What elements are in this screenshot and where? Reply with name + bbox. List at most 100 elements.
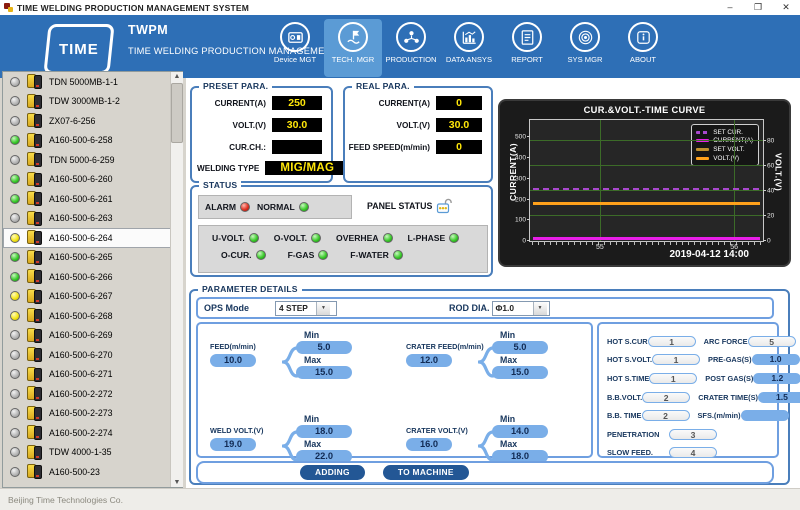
ops-mode-dropdown[interactable]: 4 STEP — [275, 301, 337, 316]
fault-label: F-GAS — [288, 250, 315, 260]
dropdown-arrow-icon[interactable] — [316, 302, 330, 315]
device-list-item[interactable]: A160-500-6-266 — [3, 267, 182, 287]
extra-param-value[interactable]: 4 — [669, 447, 717, 458]
device-list-item[interactable]: A160-500-6-265 — [3, 248, 182, 268]
device-list-item[interactable]: TDN 5000MB-1-1 — [3, 72, 182, 92]
close-button[interactable]: ✕ — [772, 0, 800, 15]
extra-param-value[interactable]: 1.0 — [752, 354, 800, 365]
device-list-item[interactable]: A160-500-6-268 — [3, 306, 182, 326]
nav-item-tech-mgr[interactable]: TECH. MGR — [324, 19, 382, 77]
fault-label: O-CUR. — [221, 250, 252, 260]
logo-text: TIME — [59, 41, 99, 58]
nav-item-label: TECH. MGR — [332, 55, 375, 64]
current-value-field[interactable]: 19.0 — [210, 438, 256, 451]
adding-button[interactable]: ADDING — [300, 465, 365, 480]
series-line-volt-v- — [533, 202, 759, 205]
current-value-field[interactable]: 16.0 — [406, 438, 452, 451]
min-value-field[interactable]: 18.0 — [296, 425, 352, 438]
parameter-details-box: PARAMETER DETAILS OPS Mode 4 STEP ROD DI… — [189, 289, 790, 485]
nav-item-device-mgt[interactable]: Device MGT — [266, 19, 324, 77]
ops-mode-value: 4 STEP — [276, 302, 316, 315]
param-label: CURRENT(A) — [215, 99, 266, 108]
param-value: 0 — [436, 140, 482, 154]
device-list-item[interactable]: A160-500-6-263 — [3, 209, 182, 229]
extra-param-value[interactable]: 1 — [648, 336, 696, 347]
device-list-item[interactable]: A160-500-2-272 — [3, 384, 182, 404]
device-list-item[interactable]: A160-500-2-273 — [3, 404, 182, 424]
device-status-led-icon — [10, 291, 20, 301]
extra-param-label: PRE-GAS(S) — [708, 355, 752, 364]
gridline — [530, 190, 763, 191]
welding-machine-icon — [26, 385, 43, 402]
maximize-button[interactable]: ❐ — [744, 0, 772, 15]
to-machine-button[interactable]: TO MACHINE — [383, 465, 469, 480]
extra-param-value[interactable]: 5 — [748, 336, 796, 347]
extra-param-row: B.B. TIME2SFS.(m/min) — [607, 406, 771, 425]
device-list-item[interactable]: A160-500-23 — [3, 462, 182, 482]
device-list-item[interactable]: ZX07-6-256 — [3, 111, 182, 131]
dropdown-arrow-icon[interactable] — [533, 302, 547, 315]
alarm-indicator: ALARM — [205, 202, 250, 212]
param-row: FEED SPEED(m/min)0 — [345, 140, 482, 154]
device-label: A160-500-6-260 — [49, 174, 113, 184]
gridline — [530, 165, 763, 166]
nav-item-sys-mgr[interactable]: SYS MGR — [556, 19, 614, 77]
device-list-item[interactable]: TDW 4000-1-35 — [3, 443, 182, 463]
device-list-item[interactable]: A160-500-6-261 — [3, 189, 182, 209]
gridline — [530, 140, 763, 141]
device-label: A160-500-6-264 — [49, 233, 113, 243]
device-list-item[interactable]: A160-500-6-258 — [3, 131, 182, 151]
min-value-field[interactable]: 5.0 — [296, 341, 352, 354]
extra-param-value[interactable]: 1 — [652, 354, 700, 365]
device-list-item[interactable]: A160-500-6-260 — [3, 170, 182, 190]
nav-item-production[interactable]: PRODUCTION — [382, 19, 440, 77]
right-tick-label: 20 — [767, 213, 774, 220]
device-label: A160-500-6-265 — [49, 252, 113, 262]
extra-param-value[interactable]: 1 — [649, 373, 697, 384]
device-list-item[interactable]: TDW 3000MB-1-2 — [3, 92, 182, 112]
min-value-field[interactable]: 14.0 — [492, 425, 548, 438]
nav-item-report[interactable]: REPORT — [498, 19, 556, 77]
extra-param-row: HOT S.VOLT.1PRE-GAS(S)1.0 — [607, 351, 771, 370]
scroll-thumb[interactable] — [171, 83, 183, 143]
welding-machine-icon — [26, 288, 43, 305]
nav-item-data-ansys[interactable]: DATA ANSYS — [440, 19, 498, 77]
min-caption: Min — [500, 414, 554, 424]
nav-item-about[interactable]: ABOUT — [614, 19, 672, 77]
device-label: TDN 5000-6-259 — [49, 155, 115, 165]
device-list-item[interactable]: A160-500-2-274 — [3, 423, 182, 443]
device-label: A160-500-2-273 — [49, 408, 113, 418]
device-list-item[interactable]: A160-500-6-271 — [3, 365, 182, 385]
extra-param-value[interactable]: 1.5 — [758, 392, 800, 403]
minimize-button[interactable]: – — [716, 0, 744, 15]
rod-dia-dropdown[interactable]: Φ1.0 — [492, 301, 550, 316]
device-list-item[interactable]: A160-500-6-264 — [3, 228, 182, 248]
current-value-field[interactable]: 12.0 — [406, 354, 452, 367]
welding-type-value: MIG/MAG — [265, 161, 349, 175]
extra-param-value[interactable] — [741, 410, 789, 421]
max-value-field[interactable]: 15.0 — [296, 366, 352, 379]
max-caption: Max — [500, 439, 554, 449]
extra-param-value[interactable]: 2 — [642, 410, 690, 421]
extra-param-value[interactable]: 1.2 — [753, 373, 800, 384]
about-icon — [628, 22, 658, 52]
extra-param-value[interactable]: 2 — [642, 392, 690, 403]
scroll-up-icon[interactable]: ▲ — [174, 72, 181, 81]
extra-param-value[interactable]: 3 — [669, 429, 717, 440]
scroll-down-icon[interactable]: ▼ — [174, 478, 181, 487]
device-list-item[interactable]: TDN 5000-6-259 — [3, 150, 182, 170]
rod-dia-value: Φ1.0 — [493, 302, 533, 315]
min-value-field[interactable]: 5.0 — [492, 341, 548, 354]
fault-led-icon — [249, 233, 259, 243]
device-status-led-icon — [10, 135, 20, 145]
device-list-item[interactable]: A160-500-6-270 — [3, 345, 182, 365]
device-status-led-icon — [10, 467, 20, 477]
fault-indicator: F-GAS — [288, 250, 329, 260]
welding-machine-icon — [26, 366, 43, 383]
device-list-item[interactable]: A160-500-6-269 — [3, 326, 182, 346]
device-list-scrollbar[interactable]: ▲ ▼ — [170, 72, 183, 487]
preset-para-box: PRESET PARA. CURRENT(A)250VOLT.(V)30.0CU… — [190, 86, 333, 183]
device-list-item[interactable]: A160-500-6-267 — [3, 287, 182, 307]
max-value-field[interactable]: 15.0 — [492, 366, 548, 379]
current-value-field[interactable]: 10.0 — [210, 354, 256, 367]
